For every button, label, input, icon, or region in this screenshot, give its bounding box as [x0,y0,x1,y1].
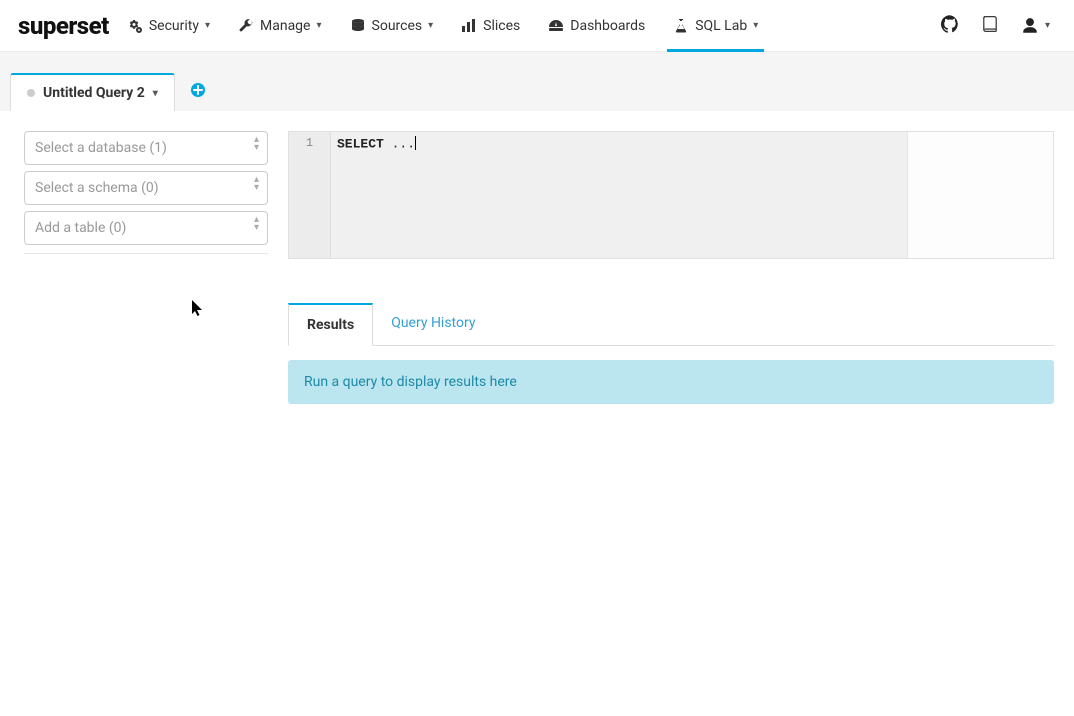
chevron-down-icon: ▾ [205,20,210,31]
query-tab-title: Untitled Query 2 [43,85,145,101]
workspace: Untitled Query 2 ▾ Select a database (1)… [0,52,1074,716]
editor-siderail [907,132,1053,258]
caret-icon: ▴▾ [254,136,259,152]
chevron-down-icon: ▾ [753,20,758,31]
book-icon[interactable] [981,15,999,37]
tab-query-history[interactable]: Query History [373,303,493,345]
left-sidebar: Select a database (1) ▴▾ Select a schema… [24,131,268,716]
chevron-down-icon: ▾ [428,20,433,31]
nav-right-icons: ▾ [941,15,1050,37]
nav-security[interactable]: Security ▾ [127,0,210,52]
nav-slices[interactable]: Slices [461,0,520,52]
sql-editor[interactable]: 1 SELECT ... [288,131,1054,259]
results-tab-bar: Results Query History [288,303,1054,346]
chevron-down-icon: ▾ [1045,20,1050,31]
select-placeholder: Select a schema (0) [35,180,159,196]
editor-area: 1 SELECT ... Results Query History Run a… [288,131,1054,716]
nav-label: Sources [372,18,423,34]
results-placeholder-message: Run a query to display results here [288,360,1054,404]
table-select[interactable]: Add a table (0) ▴▾ [24,211,268,245]
database-icon [350,18,366,34]
query-tab[interactable]: Untitled Query 2 ▾ [10,73,175,111]
dashboard-icon [548,18,564,34]
nav-label: SQL Lab [695,18,747,34]
divider [24,253,268,254]
database-select[interactable]: Select a database (1) ▴▾ [24,131,268,165]
add-tab-button[interactable] [175,72,221,111]
schema-select[interactable]: Select a schema (0) ▴▾ [24,171,268,205]
line-number: 1 [289,136,330,150]
status-dot-icon [27,89,35,97]
editor-code[interactable]: SELECT ... [331,132,907,258]
top-nav: superset Security ▾ Manage ▾ Sources ▾ [0,0,1074,52]
chevron-down-icon: ▾ [153,88,158,99]
user-icon[interactable]: ▾ [1021,17,1050,35]
sql-rest: ... [384,136,415,151]
main-panel: Select a database (1) ▴▾ Select a schema… [0,111,1074,716]
bar-chart-icon [461,18,477,34]
nav-items: Security ▾ Manage ▾ Sources ▾ Slices [127,0,758,52]
editor-gutter: 1 [289,132,331,258]
brand-logo[interactable]: superset [18,12,109,40]
nav-label: Dashboards [570,18,645,34]
query-tab-bar: Untitled Query 2 ▾ [0,52,1074,111]
nav-label: Security [149,18,199,34]
sql-keyword: SELECT [337,136,384,151]
nav-dashboards[interactable]: Dashboards [548,0,645,52]
chevron-down-icon: ▾ [316,20,321,31]
wrench-icon [238,18,254,34]
nav-sources[interactable]: Sources ▾ [350,0,434,52]
caret-icon: ▴▾ [254,176,259,192]
github-icon[interactable] [941,15,959,37]
nav-manage[interactable]: Manage ▾ [238,0,322,52]
nav-label: Manage [260,18,310,34]
select-placeholder: Add a table (0) [35,220,126,236]
text-cursor [415,136,416,150]
nav-label: Slices [483,18,520,34]
caret-icon: ▴▾ [254,216,259,232]
flask-icon [673,18,689,34]
gears-icon [127,18,143,34]
tab-results[interactable]: Results [288,303,373,346]
select-placeholder: Select a database (1) [35,140,167,156]
nav-sqllab[interactable]: SQL Lab ▾ [673,0,758,52]
